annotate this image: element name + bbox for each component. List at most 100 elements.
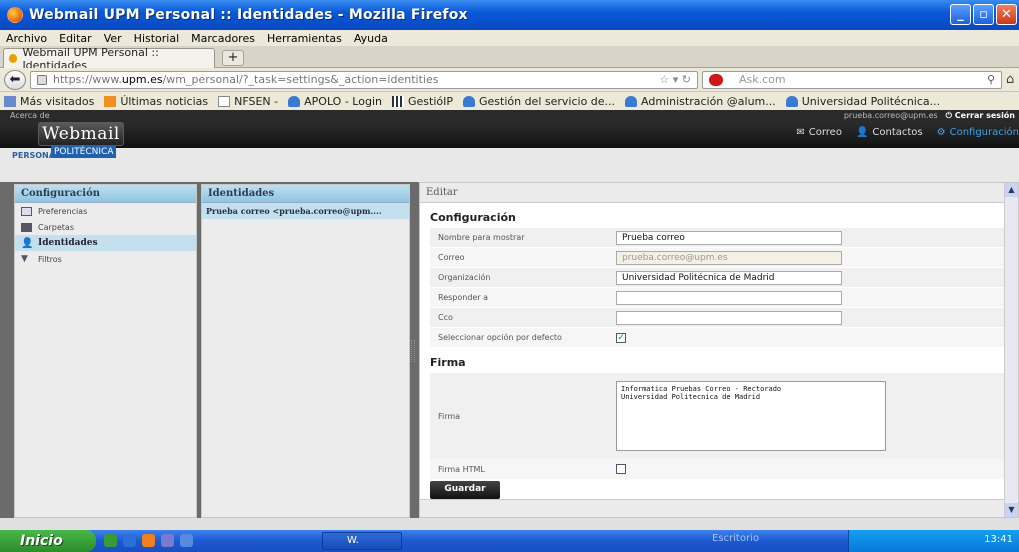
lock-icon — [37, 75, 47, 85]
bookmark-administracion[interactable]: Administración @alum... — [625, 95, 776, 108]
sidebar-item-filters[interactable]: ▼ Filtros — [15, 251, 196, 267]
bookmark-mas-visitados[interactable]: Más visitados — [4, 95, 94, 108]
field-label: Organización — [438, 273, 491, 282]
browser-window: Webmail UPM Personal :: Identidades - Mo… — [0, 0, 1019, 552]
start-button[interactable]: Inicio — [0, 530, 96, 552]
minimize-button[interactable]: _ — [950, 4, 971, 25]
ask-logo-icon — [709, 74, 723, 86]
browser-tab[interactable]: Webmail UPM Personal :: Identidades — [3, 46, 215, 72]
maximize-button[interactable]: ▫ — [973, 4, 994, 25]
sidebar-item-preferences[interactable]: Preferencias — [15, 203, 196, 219]
url-prefix: https://www. — [53, 73, 122, 86]
nav-contacts-label: Contactos — [872, 127, 923, 138]
bookmark-nfsen[interactable]: NFSEN - — [218, 95, 278, 108]
search-bar[interactable]: Ask.com ⚲ — [702, 71, 1002, 89]
sidebar-item-folders[interactable]: Carpetas — [15, 219, 196, 235]
folder-icon — [21, 222, 32, 232]
nav-mail[interactable]: ✉ Correo — [796, 127, 842, 138]
url-bar[interactable]: https://www.upm.es/wm_personal/?_task=se… — [30, 71, 698, 89]
nav-settings[interactable]: ⚙ Configuración — [937, 127, 1019, 138]
signature-textarea[interactable]: Informatica Pruebas Correo - Rectorado U… — [616, 381, 886, 451]
menu-bar: Archivo Editar Ver Historial Marcadores … — [0, 30, 1019, 46]
app-icon[interactable] — [161, 534, 174, 547]
menu-ver[interactable]: Ver — [104, 32, 122, 45]
bookmark-star-icon[interactable]: ☆ ▾ ↻ — [659, 72, 691, 88]
close-button[interactable]: ✕ — [996, 4, 1017, 25]
firefox-icon[interactable] — [142, 534, 155, 547]
logout-link[interactable]: ⏻ Cerrar sesión — [946, 111, 1015, 120]
quick-launch — [104, 534, 193, 547]
bookmark-label: Últimas noticias — [120, 94, 209, 108]
panel-splitter[interactable] — [411, 340, 415, 362]
bcc-input[interactable] — [616, 310, 842, 325]
envelope-icon: ✉ — [796, 127, 805, 138]
new-tab-button[interactable]: + — [222, 50, 244, 66]
section-configuration: Configuración — [430, 211, 516, 224]
person-icon: 👤 — [855, 127, 869, 138]
reply-to-input[interactable] — [616, 290, 842, 305]
back-button[interactable]: ⬅ — [4, 70, 26, 90]
user-email: prueba.correo@upm.es — [843, 111, 938, 120]
ie-icon[interactable] — [123, 534, 136, 547]
about-link[interactable]: Acerca de — [10, 110, 50, 122]
edit-panel: Editar Configuración Nombre para mostrar… — [419, 182, 1019, 518]
bookmark-label: Universidad Politécnica... — [801, 94, 941, 108]
nav-settings-label: Configuración — [949, 127, 1019, 138]
bookmark-ultimas-noticias[interactable]: Últimas noticias — [104, 95, 208, 108]
menu-archivo[interactable]: Archivo — [6, 32, 47, 45]
search-icon[interactable]: ⚲ — [987, 72, 995, 88]
gear-icon: ⚙ — [936, 127, 946, 138]
quicklaunch-icon[interactable] — [104, 534, 117, 547]
field-label: Firma HTML — [438, 464, 485, 474]
vertical-scrollbar[interactable]: ▲ ▼ — [1004, 183, 1018, 517]
logout-label: Cerrar sesión — [954, 111, 1015, 120]
scroll-up-icon[interactable]: ▲ — [1005, 183, 1018, 197]
field-label: Cco — [438, 313, 453, 322]
politecnica-badge: POLITÉCNICA — [51, 146, 117, 158]
form-row: Organización Universidad Politécnica de M… — [430, 268, 1006, 288]
signature-row: Firma Informatica Pruebas Correo - Recto… — [430, 373, 1006, 459]
edit-panel-footer — [420, 499, 1006, 517]
taskbar-window-button[interactable]: W. — [322, 532, 402, 550]
bookmark-gestioip[interactable]: GestióIP — [391, 95, 453, 108]
sidebar-item-label: Carpetas — [38, 222, 74, 232]
desktop-toolbar[interactable]: Escritorio — [712, 533, 759, 544]
html-signature-checkbox[interactable] — [616, 464, 626, 474]
home-icon[interactable]: ⌂ — [1006, 72, 1014, 87]
bookmark-gestion-servicio[interactable]: Gestión del servicio de... — [462, 95, 615, 108]
app-icon[interactable] — [180, 534, 193, 547]
form-row: Nombre para mostrar Prueba correo — [430, 228, 1006, 248]
organization-input[interactable]: Universidad Politécnica de Madrid — [616, 270, 842, 285]
list-item[interactable]: Prueba correo <prueba.correo@upm.... — [202, 203, 409, 219]
system-tray: 13:41 — [848, 530, 1019, 552]
scroll-down-icon[interactable]: ▼ — [1005, 503, 1018, 517]
upm-icon — [625, 95, 638, 107]
bookmark-universidad[interactable]: Universidad Politécnica... — [785, 94, 941, 108]
form-row: Seleccionar opción por defecto ✓ — [430, 328, 1006, 348]
sidebar-item-label: Preferencias — [38, 206, 88, 216]
menu-editar[interactable]: Editar — [59, 32, 92, 45]
bookmark-label: NFSEN - — [234, 94, 279, 108]
person-icon: 👤 — [21, 237, 34, 249]
bookmark-apolo[interactable]: APOLO - Login — [288, 95, 382, 108]
sidebar-item-identities[interactable]: 👤 Identidades — [15, 235, 196, 251]
display-name-input[interactable]: Prueba correo — [616, 230, 842, 245]
power-icon: ⏻ — [945, 111, 955, 120]
site-top-strip: Acerca de prueba.correo@upm.es ⏻ Cerrar s… — [0, 110, 1019, 122]
menu-historial[interactable]: Historial — [134, 32, 179, 45]
menu-herramientas[interactable]: Herramientas — [267, 32, 342, 45]
nav-contacts[interactable]: 👤 Contactos — [856, 127, 923, 138]
default-checkbox[interactable]: ✓ — [616, 332, 626, 343]
monitor-icon — [21, 206, 32, 216]
edit-panel-title: Editar — [420, 183, 1018, 203]
menu-ayuda[interactable]: Ayuda — [354, 32, 388, 45]
html-signature-row: Firma HTML — [430, 459, 1006, 479]
save-button[interactable]: Guardar — [430, 481, 500, 499]
upm-icon — [785, 95, 798, 107]
menu-marcadores[interactable]: Marcadores — [191, 32, 255, 45]
bookmark-label: Más visitados — [20, 94, 95, 108]
webmail-logo[interactable]: Webmail — [38, 122, 124, 146]
form-row: Cco — [430, 308, 1006, 328]
tab-strip: Webmail UPM Personal :: Identidades + — [0, 46, 1019, 72]
clock: 13:41 — [984, 534, 1013, 545]
